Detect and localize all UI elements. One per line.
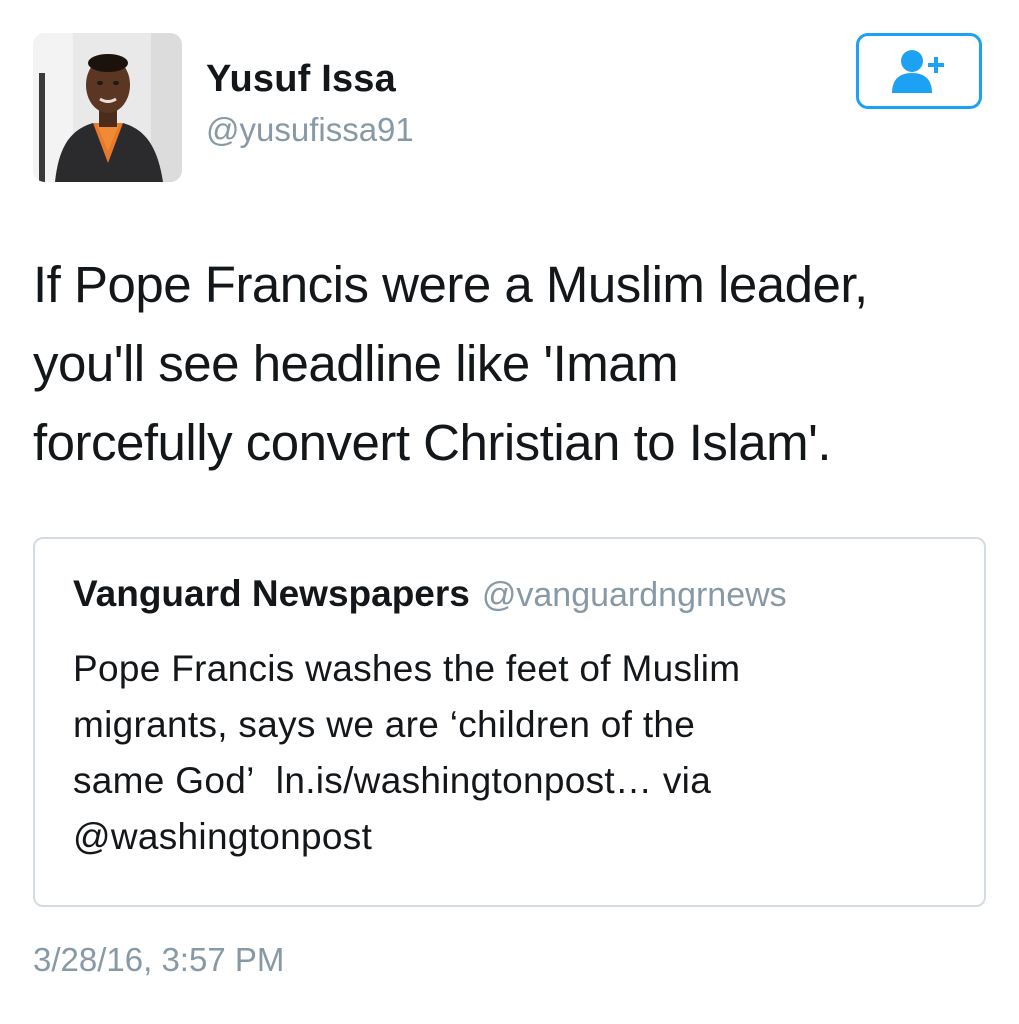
quoted-text-line: migrants, says we are ‘children of the: [73, 704, 696, 745]
author-display-name[interactable]: Yusuf Issa: [206, 58, 396, 101]
tweet-text-line: you'll see headline like 'Imam: [33, 335, 679, 392]
quoted-author-name: Vanguard Newspapers: [73, 573, 470, 614]
quoted-link[interactable]: ln.is/washingtonpost…: [276, 760, 653, 801]
tweet-text-line: If Pope Francis were a Muslim leader,: [33, 256, 868, 313]
avatar-photo-image: [33, 33, 182, 182]
tweet-text-line: forcefully convert Christian to Islam'.: [33, 414, 832, 471]
quoted-text-line: same God’ ln.is/washingtonpost… via: [73, 753, 953, 809]
quoted-author-handle: @vanguardngrnews: [481, 576, 787, 614]
quoted-tweet-text: Pope Francis washes the feet of Muslim m…: [73, 641, 953, 865]
author-avatar[interactable]: [33, 33, 182, 182]
follow-person-plus-icon: [892, 50, 944, 93]
author-handle[interactable]: @yusufissa91: [206, 111, 414, 149]
tweet-text: If Pope Francis were a Muslim leader, yo…: [33, 245, 983, 482]
quoted-text-fragment: same God’: [73, 760, 255, 801]
quoted-text-fragment: via: [652, 760, 712, 801]
quoted-mention-link[interactable]: @washingtonpost: [73, 809, 953, 865]
quoted-tweet-card[interactable]: Vanguard Newspapers @vanguardngrnews Pope…: [33, 537, 986, 907]
quoted-text-line: Pope Francis washes the feet of Muslim: [73, 648, 741, 689]
follow-button[interactable]: [856, 33, 982, 109]
quoted-tweet-header: Vanguard Newspapers @vanguardngrnews: [73, 573, 787, 615]
tweet-timestamp[interactable]: 3/28/16, 3:57 PM: [33, 941, 284, 979]
